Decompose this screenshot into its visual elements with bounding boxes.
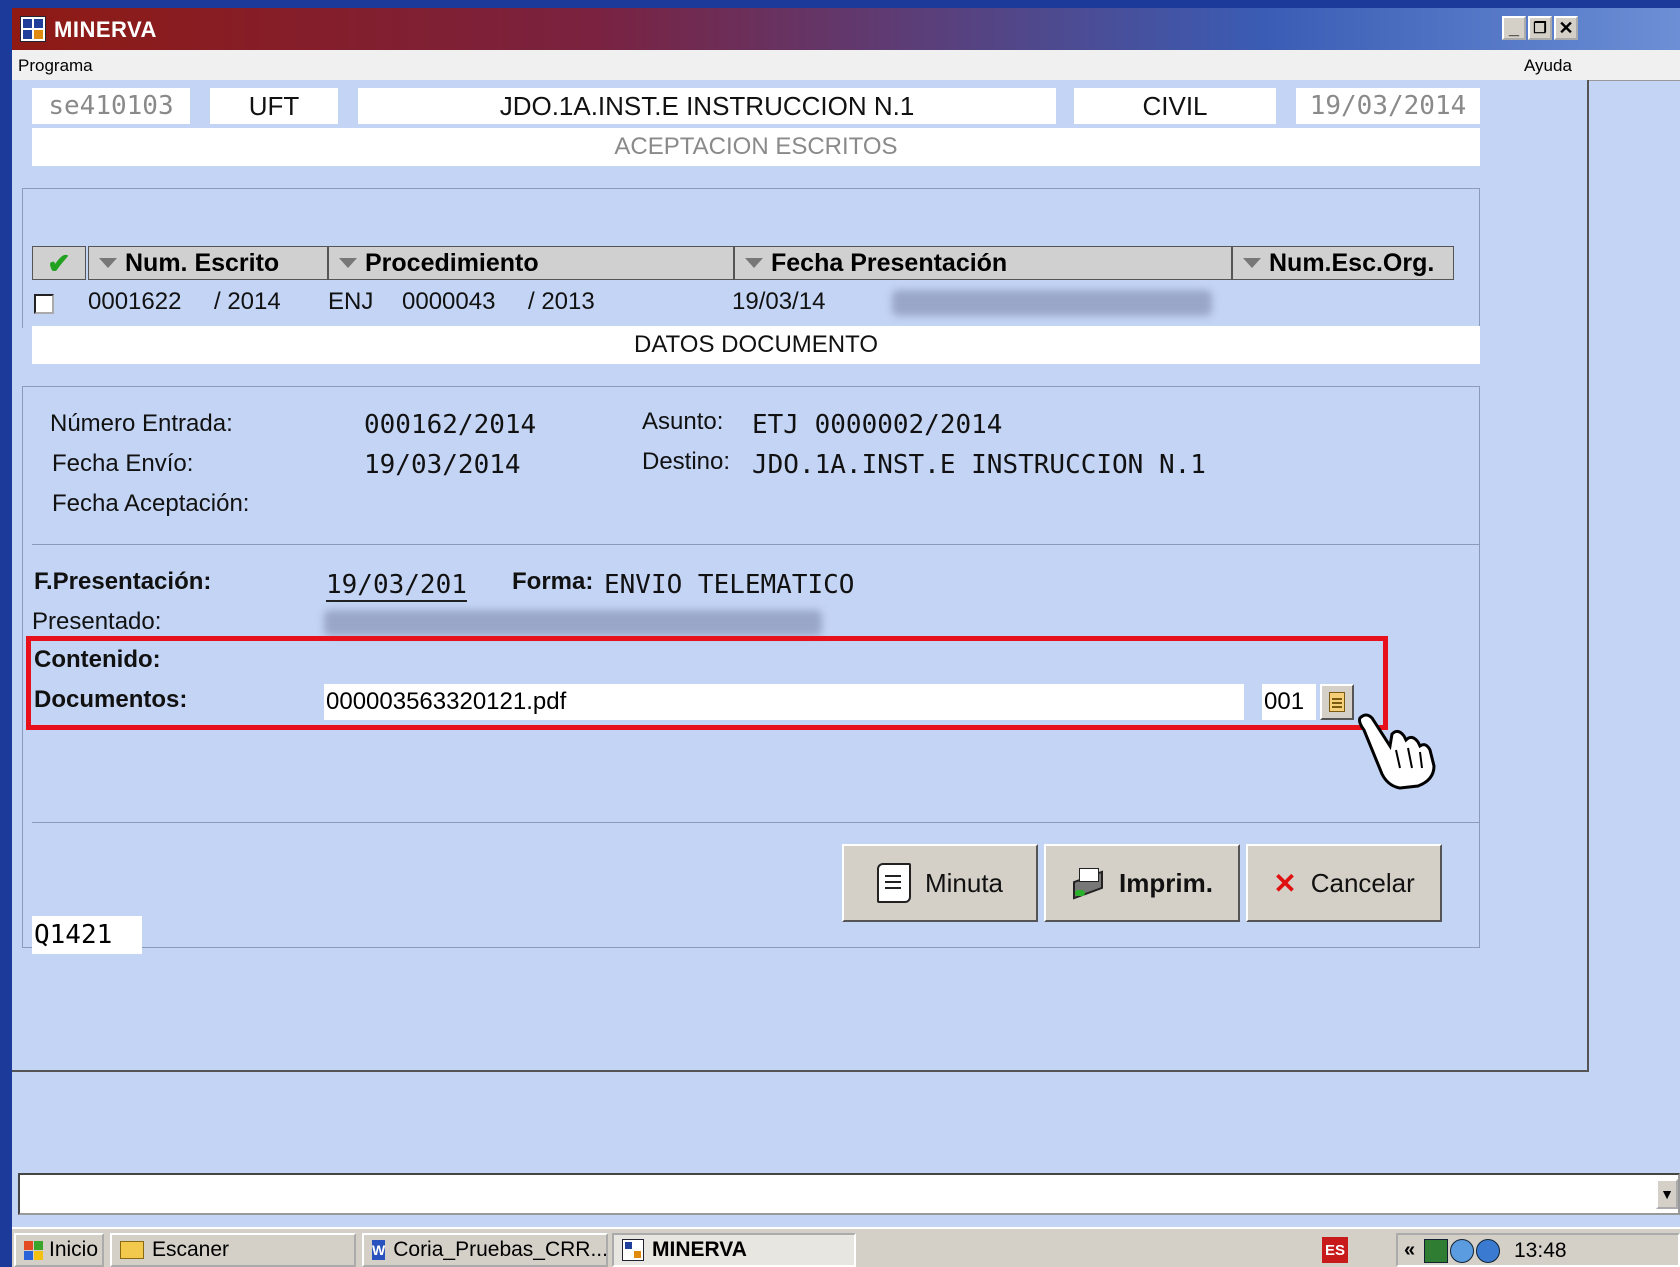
presentado-label: Presentado:: [32, 608, 162, 635]
cell-proc-num[interactable]: 0000043: [402, 288, 495, 316]
close-icon[interactable]: ✕: [1554, 16, 1578, 40]
numero-entrada-value: 000162/2014: [364, 410, 537, 440]
scroll-icon: [876, 863, 911, 903]
asunto-label: Asunto:: [642, 408, 724, 435]
folder-icon: [120, 1241, 144, 1259]
column-num-esc-org[interactable]: Num.Esc.Org.: [1232, 246, 1454, 280]
sort-chevron-icon: [745, 258, 763, 268]
fpresentacion-field[interactable]: 19/03/201: [326, 570, 467, 602]
task-word-document[interactable]: W Coria_Pruebas_CRR...: [362, 1233, 608, 1267]
footer-code: Q1421: [32, 916, 142, 954]
system-tray: « 13:48: [1396, 1233, 1680, 1267]
printer-icon: [1071, 866, 1105, 900]
redacted-num-esc-org: [892, 290, 1212, 316]
menu-bar: Programa Ayuda: [12, 50, 1680, 81]
contenido-label: Contenido:: [34, 646, 161, 673]
redacted-presentado: [324, 610, 822, 636]
minuta-button[interactable]: Minuta: [842, 844, 1038, 922]
document-icon: [1329, 692, 1345, 712]
section-datos-documento: DATOS DOCUMENTO: [32, 326, 1480, 364]
documentos-label: Documentos:: [34, 686, 188, 713]
cell-proc-year[interactable]: / 2013: [528, 288, 595, 316]
select-column-header[interactable]: ✔: [32, 246, 86, 280]
task-escaner[interactable]: Escaner: [110, 1233, 356, 1267]
sort-chevron-icon: [1243, 258, 1261, 268]
column-procedimiento[interactable]: Procedimiento: [328, 246, 734, 280]
fecha-aceptacion-label: Fecha Aceptación:: [52, 490, 250, 517]
doc-count-field: 001: [1262, 684, 1316, 720]
fecha-envio-label: Fecha Envío:: [52, 450, 194, 477]
divider: [32, 544, 1480, 545]
cell-num-year[interactable]: / 2014: [214, 288, 281, 316]
hand-cursor-icon: [1358, 713, 1436, 790]
unit-field: UFT: [210, 88, 338, 124]
imprim-button[interactable]: Imprim.: [1044, 844, 1240, 922]
title-bar[interactable]: MINERVA _ ❐ ✕: [12, 8, 1680, 50]
network-tray-icon[interactable]: [1450, 1239, 1474, 1263]
documento-field[interactable]: 000003563320121.pdf: [324, 684, 1244, 720]
cell-proc-type[interactable]: ENJ: [328, 288, 373, 316]
cell-fecha[interactable]: 19/03/14: [732, 288, 825, 316]
screen-title: ACEPTACION ESCRITOS: [32, 128, 1480, 166]
court-field: JDO.1A.INST.E INSTRUCCION N.1: [358, 88, 1056, 124]
user-code: se410103: [32, 88, 190, 124]
fecha-envio-value: 19/03/2014: [364, 450, 521, 480]
command-line-input[interactable]: ▼: [18, 1173, 1680, 1215]
minerva-app-icon: [20, 16, 46, 42]
sort-chevron-icon: [99, 258, 117, 268]
sort-chevron-icon: [339, 258, 357, 268]
aceptacion-escritos-form: se410103 UFT JDO.1A.INST.E INSTRUCCION N…: [12, 80, 1589, 1072]
dropdown-chevron-icon[interactable]: ▼: [1656, 1179, 1678, 1209]
check-icon: ✔: [47, 247, 71, 279]
menu-ayuda[interactable]: Ayuda: [1524, 56, 1572, 76]
clock[interactable]: 13:48: [1514, 1239, 1567, 1263]
divider: [32, 822, 1480, 823]
cell-num-escrito[interactable]: 0001622: [88, 288, 181, 316]
destino-value: JDO.1A.INST.E INSTRUCCION N.1: [752, 450, 1206, 480]
language-indicator[interactable]: ES: [1322, 1237, 1348, 1263]
close-x-icon: ✕: [1273, 867, 1297, 899]
menu-programa[interactable]: Programa: [18, 56, 93, 76]
windows-logo-icon: [24, 1240, 43, 1260]
cancelar-button[interactable]: ✕ Cancelar: [1246, 844, 1442, 922]
minerva-window: MINERVA _ ❐ ✕ Programa Ayuda se410103 UF…: [12, 8, 1680, 1267]
minerva-icon: [622, 1239, 644, 1261]
row-checkbox[interactable]: [34, 294, 54, 314]
jurisdiction-field: CIVIL: [1074, 88, 1276, 124]
destino-label: Destino:: [642, 448, 731, 475]
update-tray-icon[interactable]: [1476, 1239, 1500, 1263]
window-title: MINERVA: [54, 17, 157, 42]
asunto-value: ETJ 0000002/2014: [752, 410, 1003, 440]
windows-taskbar: Inicio Escaner W Coria_Pruebas_CRR... MI…: [12, 1227, 1680, 1267]
header-date: 19/03/2014: [1296, 88, 1480, 124]
numero-entrada-label: Número Entrada:: [50, 410, 233, 437]
word-icon: W: [372, 1240, 386, 1260]
task-minerva[interactable]: MINERVA: [612, 1233, 856, 1267]
tray-expand-icon[interactable]: «: [1404, 1239, 1415, 1262]
minimize-icon[interactable]: _: [1502, 16, 1526, 40]
restore-icon[interactable]: ❐: [1528, 16, 1552, 40]
column-num-escrito[interactable]: Num. Escrito: [88, 246, 328, 280]
antivirus-tray-icon[interactable]: [1424, 1239, 1448, 1263]
view-document-button[interactable]: [1320, 684, 1354, 720]
forma-label: Forma:: [512, 568, 594, 595]
column-fecha-presentacion[interactable]: Fecha Presentación: [734, 246, 1232, 280]
fpresentacion-label: F.Presentación:: [34, 568, 212, 595]
start-button[interactable]: Inicio: [14, 1233, 104, 1267]
forma-value: ENVIO TELEMATICO: [604, 570, 855, 600]
